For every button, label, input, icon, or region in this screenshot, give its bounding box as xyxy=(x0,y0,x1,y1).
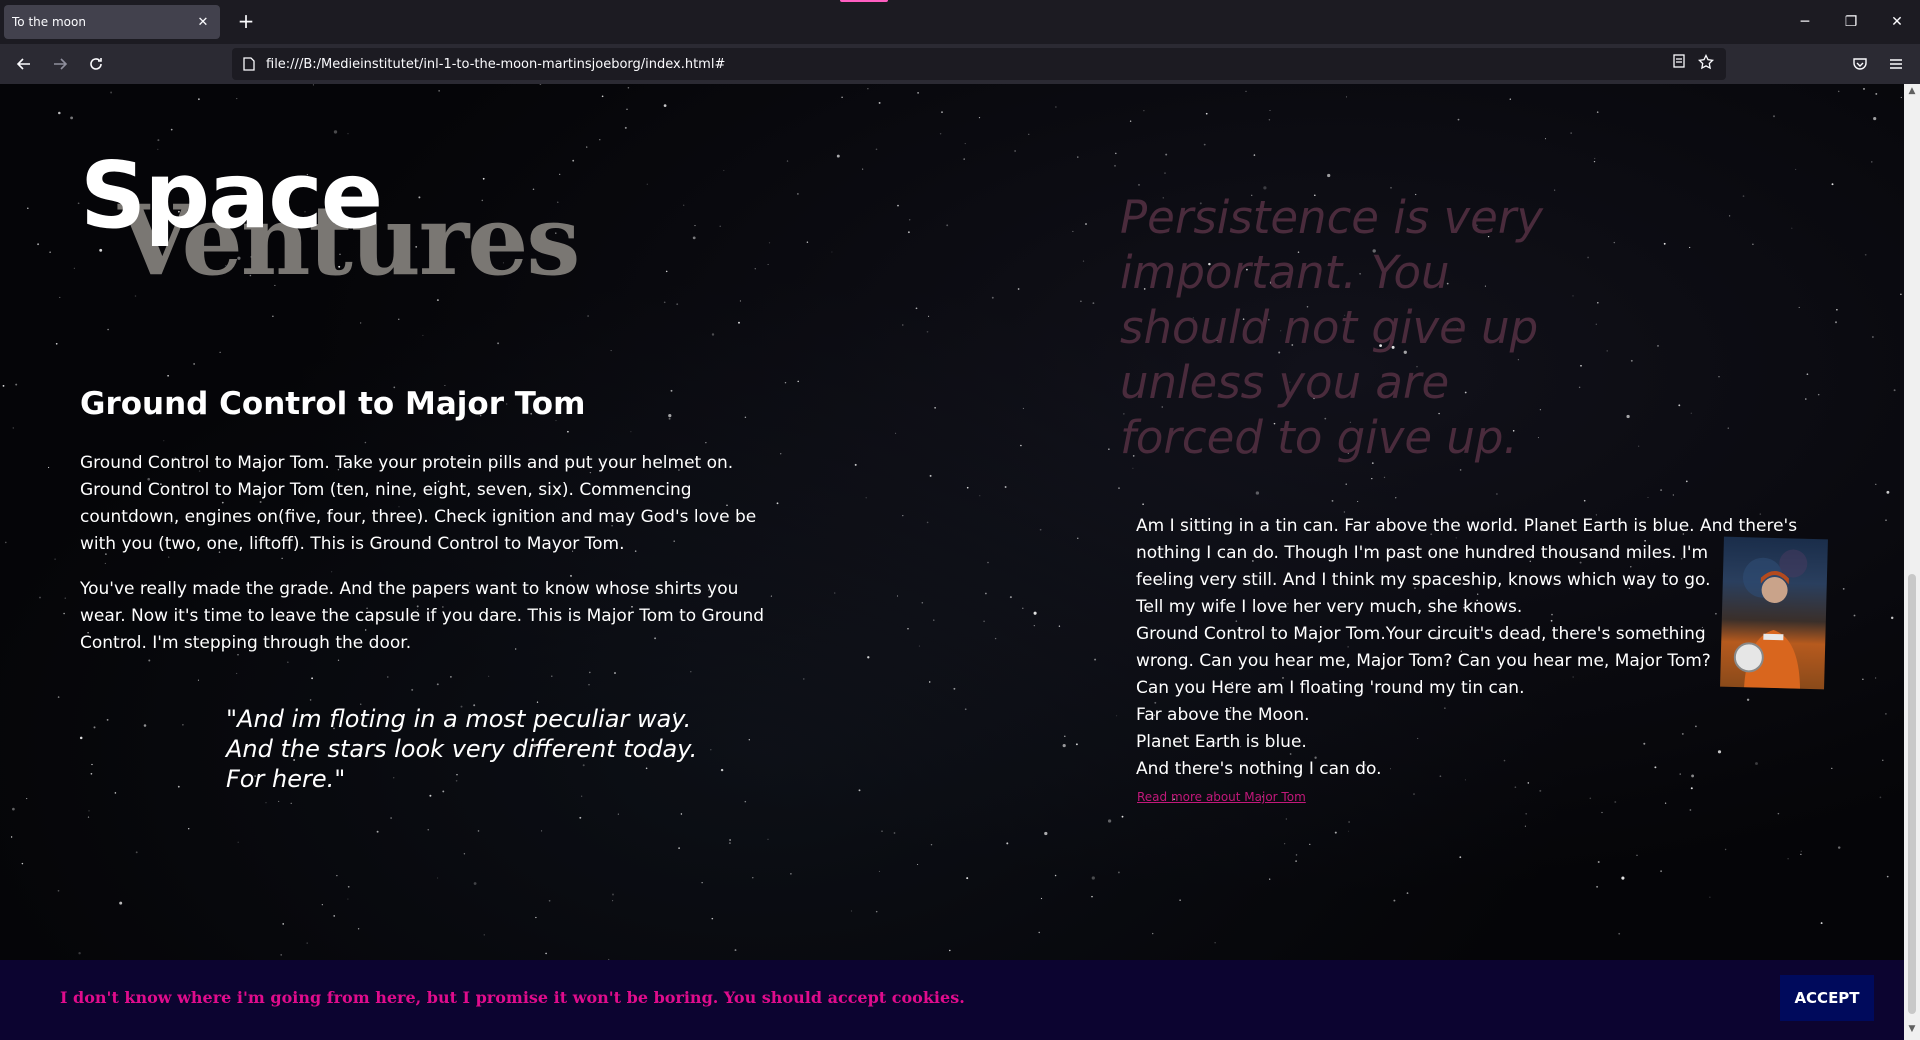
cookie-banner: I don't know where i'm going from here, … xyxy=(0,960,1904,1040)
text-line: Ground Control to Major Tom.Your circuit… xyxy=(1136,624,1706,644)
forward-button[interactable] xyxy=(46,50,74,78)
reload-icon xyxy=(90,58,102,70)
navigation-bar: file:///B:/Medieinstitutet/inl-1-to-the-… xyxy=(0,44,1920,84)
quote-line: For here." xyxy=(226,765,346,793)
accept-cookies-button[interactable]: ACCEPT xyxy=(1780,975,1874,1021)
logo-space: Space xyxy=(80,142,383,249)
page-icon xyxy=(232,57,266,71)
text-line: nothing I can do. Though I'm past one hu… xyxy=(1136,543,1709,563)
scroll-thumb[interactable] xyxy=(1908,574,1916,1014)
url-bar[interactable]: file:///B:/Medieinstitutet/inl-1-to-the-… xyxy=(232,48,1726,80)
text-line: And there's nothing I can do. xyxy=(1136,759,1382,779)
window-controls: ─ ❐ ✕ xyxy=(1782,0,1920,44)
read-more-link[interactable]: Read more about Major Tom xyxy=(1137,790,1306,804)
menu-button[interactable] xyxy=(1882,50,1910,78)
restore-button[interactable]: ❐ xyxy=(1828,0,1874,44)
text-line: Far above the Moon. xyxy=(1136,705,1310,725)
text-line: Tell my wife I love her very much, she k… xyxy=(1136,597,1523,617)
back-button[interactable] xyxy=(10,50,38,78)
new-tab-button[interactable]: + xyxy=(234,10,258,34)
minimize-button[interactable]: ─ xyxy=(1782,0,1828,44)
persistence-quote: Persistence is very important. You shoul… xyxy=(1120,191,1543,464)
scroll-up-arrow-icon[interactable]: ▲ xyxy=(1904,86,1920,100)
tab-bar: To the moon ✕ + ─ ❐ ✕ xyxy=(0,0,1920,44)
lyrics-quote: "And im floting in a most peculiar way. … xyxy=(226,704,697,794)
second-paragraph: You've really made the grade. And the pa… xyxy=(80,579,765,653)
text-line: Am I sitting in a tin can. Far above the… xyxy=(1136,516,1798,536)
bookmark-star-icon[interactable] xyxy=(1697,53,1715,74)
page-viewport: Space Ventures Ground Control to Major T… xyxy=(0,84,1904,1040)
quote-line: And the stars look very different today. xyxy=(226,735,698,763)
text-line: feeling very still. And I think my space… xyxy=(1136,570,1711,590)
tab-indicator xyxy=(840,0,888,2)
tab-title: To the moon xyxy=(12,15,86,29)
tab-close-icon[interactable]: ✕ xyxy=(194,15,212,30)
reader-view-icon[interactable] xyxy=(1672,54,1686,74)
hamburger-menu-icon xyxy=(1890,59,1902,69)
text-line: wrong. Can you hear me, Major Tom? Can y… xyxy=(1136,651,1711,671)
scrollbar[interactable]: ▲ ▼ xyxy=(1904,84,1920,1040)
arrow-left-icon xyxy=(16,58,30,70)
scroll-down-arrow-icon[interactable]: ▼ xyxy=(1904,1024,1920,1038)
arrow-right-icon xyxy=(54,58,68,70)
close-window-button[interactable]: ✕ xyxy=(1874,0,1920,44)
url-text[interactable]: file:///B:/Medieinstitutet/inl-1-to-the-… xyxy=(266,57,1672,72)
text-line: Planet Earth is blue. xyxy=(1136,732,1307,752)
intro-paragraph: Ground Control to Major Tom. Take your p… xyxy=(80,453,757,554)
page-heading: Ground Control to Major Tom xyxy=(80,386,586,422)
quote-line: "And im floting in a most peculiar way. xyxy=(226,705,692,733)
reload-button[interactable] xyxy=(82,50,110,78)
browser-tab[interactable]: To the moon ✕ xyxy=(4,5,220,39)
major-tom-text: Am I sitting in a tin can. Far above the… xyxy=(1136,513,1812,783)
pocket-icon xyxy=(1853,58,1867,70)
cookie-message: I don't know where i'm going from here, … xyxy=(60,988,965,1007)
text-line: Can you Here am I floating 'round my tin… xyxy=(1136,678,1525,698)
pocket-button[interactable] xyxy=(1846,50,1874,78)
